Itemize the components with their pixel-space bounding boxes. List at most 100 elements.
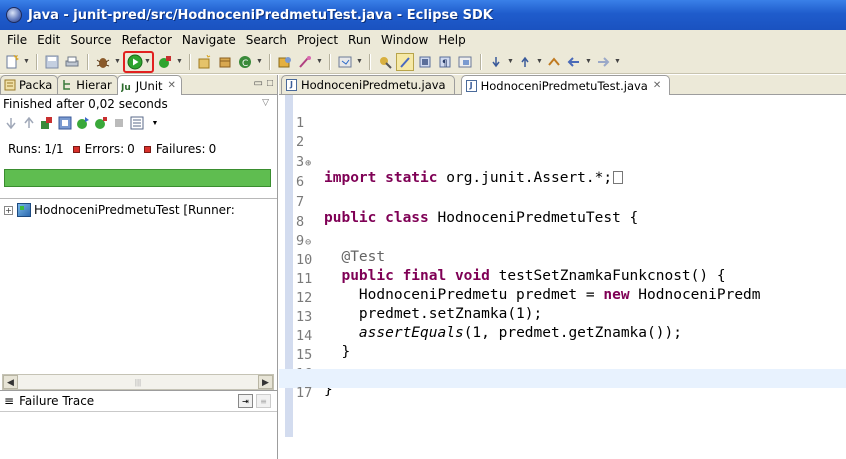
new-java-project-icon[interactable] bbox=[196, 53, 214, 71]
tab-hodnocenipredmetutest[interactable]: J HodnoceniPredmetuTest.java ✕ bbox=[460, 75, 671, 95]
close-icon[interactable]: ✕ bbox=[168, 80, 176, 91]
line-number: 17 bbox=[296, 385, 313, 401]
window-title: Java - junit-pred/src/HodnoceniPredmetuT… bbox=[28, 7, 493, 23]
expand-icon[interactable]: + bbox=[4, 205, 13, 215]
open-perspective-icon[interactable] bbox=[336, 53, 354, 71]
paragraph-icon[interactable]: ¶ bbox=[436, 53, 454, 71]
svg-text:Ju: Ju bbox=[121, 83, 131, 92]
editor-tabs: J HodnoceniPredmetu.java J HodnoceniPred… bbox=[279, 75, 846, 95]
menu-help[interactable]: Help bbox=[433, 33, 470, 47]
code-line: 1 bbox=[279, 99, 846, 131]
next-annotation-dropdown-icon[interactable]: ▼ bbox=[507, 53, 514, 71]
title-bar: Java - junit-pred/src/HodnoceniPredmetuT… bbox=[0, 0, 846, 30]
tab-junit[interactable]: Ju JUnit ✕ bbox=[116, 75, 182, 95]
menu-refactor[interactable]: Refactor bbox=[117, 33, 177, 47]
code-area[interactable]: 1 2 3⊕ import static org.junit.Assert.*;… bbox=[279, 95, 846, 459]
rerun-test-icon[interactable] bbox=[75, 115, 91, 131]
scroll-lock-icon[interactable] bbox=[57, 115, 73, 131]
code-line: 8 bbox=[279, 198, 846, 230]
new-dropdown-icon[interactable]: ▼ bbox=[23, 53, 30, 71]
menu-file[interactable]: File bbox=[2, 33, 32, 47]
new-class-dropdown-icon[interactable]: ▼ bbox=[256, 53, 263, 71]
code-line: 7 public class HodnoceniPredmetuTest { bbox=[279, 178, 846, 226]
code-line: 10 public final void testSetZnamkaFunkcn… bbox=[279, 236, 846, 284]
toggle-mark-icon[interactable] bbox=[376, 53, 394, 71]
menu-source[interactable]: Source bbox=[65, 33, 116, 47]
code-line: 14 } bbox=[279, 312, 846, 360]
show-source-icon[interactable] bbox=[416, 53, 434, 71]
next-failure-icon[interactable] bbox=[3, 115, 19, 131]
stack-trace-icon: ≡ bbox=[4, 394, 15, 408]
new-class-icon[interactable]: C bbox=[236, 53, 254, 71]
debug-icon[interactable] bbox=[94, 53, 112, 71]
run-dropdown-icon[interactable]: ▼ bbox=[144, 53, 151, 71]
rerun-failed-first-icon[interactable] bbox=[93, 115, 109, 131]
compare-result-icon[interactable]: ≡ bbox=[256, 394, 271, 408]
scroll-right-icon[interactable]: ▶ bbox=[257, 375, 273, 389]
junit-status: Finished after 0,02 seconds ▽ bbox=[0, 95, 277, 113]
show-failures-only-icon[interactable] bbox=[39, 115, 55, 131]
svg-text:¶: ¶ bbox=[442, 59, 448, 69]
previous-annotation-icon[interactable] bbox=[516, 53, 534, 71]
test-tree-item[interactable]: + HodnoceniPredmetuTest [Runner: bbox=[0, 199, 277, 221]
java-editor: J HodnoceniPredmetu.java J HodnoceniPred… bbox=[279, 75, 846, 459]
block-selection-icon[interactable] bbox=[456, 53, 474, 71]
java-file-icon: J bbox=[286, 79, 297, 91]
save-icon[interactable] bbox=[43, 53, 61, 71]
forward-dropdown-icon[interactable]: ▼ bbox=[614, 53, 621, 71]
previous-annotation-dropdown-icon[interactable]: ▼ bbox=[536, 53, 543, 71]
back-icon[interactable] bbox=[565, 53, 583, 71]
code-line: 12 predmet.setZnamka(1); bbox=[279, 274, 846, 322]
minimize-icon[interactable]: ▭ bbox=[254, 78, 263, 89]
filter-stack-icon[interactable]: ⇥ bbox=[238, 394, 253, 408]
new-package-icon[interactable] bbox=[216, 53, 234, 71]
test-tree-label: HodnoceniPredmetuTest [Runner: bbox=[34, 203, 235, 217]
maximize-icon[interactable]: □ bbox=[267, 78, 273, 89]
close-icon[interactable]: ✕ bbox=[653, 80, 661, 91]
search-tool-icon[interactable] bbox=[296, 53, 314, 71]
highlight-icon[interactable] bbox=[396, 52, 414, 71]
print-icon[interactable] bbox=[63, 53, 81, 71]
tab-label: JUnit bbox=[135, 78, 163, 93]
forward-icon[interactable] bbox=[594, 53, 612, 71]
code-line: 15 bbox=[279, 331, 846, 363]
menu-run[interactable]: Run bbox=[343, 33, 376, 47]
view-menu-icon[interactable]: ▽ bbox=[262, 98, 269, 108]
menu-search[interactable]: Search bbox=[241, 33, 292, 47]
menu-navigate[interactable]: Navigate bbox=[177, 33, 241, 47]
toolbar-separator bbox=[369, 53, 370, 70]
new-icon[interactable] bbox=[3, 53, 21, 71]
test-run-history-icon[interactable] bbox=[129, 115, 145, 131]
last-edit-location-icon[interactable] bbox=[545, 53, 563, 71]
search-dropdown-icon[interactable]: ▼ bbox=[316, 53, 323, 71]
back-dropdown-icon[interactable]: ▼ bbox=[585, 53, 592, 71]
hierarchy-icon bbox=[61, 79, 73, 91]
left-panel-tabs: Packa Hierar Ju JUnit ✕ ▭ □ bbox=[0, 75, 277, 95]
external-tools-icon[interactable] bbox=[156, 53, 174, 71]
toolbar-separator bbox=[36, 53, 37, 70]
previous-failure-icon[interactable] bbox=[21, 115, 37, 131]
failures-value: 0 bbox=[208, 142, 217, 156]
errors-label: Errors: bbox=[84, 142, 125, 156]
toolbar-separator bbox=[87, 53, 88, 70]
scroll-grip[interactable]: ||| bbox=[135, 378, 141, 387]
tab-hodnocenipredmetu[interactable]: J HodnoceniPredmetu.java bbox=[281, 75, 455, 94]
horizontal-scrollbar[interactable]: ◀ ||| ▶ bbox=[2, 374, 274, 390]
menu-edit[interactable]: Edit bbox=[32, 33, 65, 47]
open-type-icon[interactable] bbox=[276, 53, 294, 71]
debug-dropdown-icon[interactable]: ▼ bbox=[114, 53, 121, 71]
run-icon[interactable] bbox=[126, 53, 144, 71]
menu-window[interactable]: Window bbox=[376, 33, 433, 47]
history-dropdown-icon[interactable]: ▼ bbox=[147, 115, 163, 131]
toolbar-separator bbox=[329, 53, 330, 70]
toolbar-separator bbox=[189, 53, 190, 70]
external-tools-dropdown-icon[interactable]: ▼ bbox=[176, 53, 183, 71]
next-annotation-icon[interactable] bbox=[487, 53, 505, 71]
junit-view: Packa Hierar Ju JUnit ✕ ▭ □ Finished aft… bbox=[0, 75, 278, 459]
scroll-left-icon[interactable]: ◀ bbox=[3, 375, 18, 389]
perspective-dropdown-icon[interactable]: ▼ bbox=[356, 53, 363, 71]
tab-hierarchy[interactable]: Hierar bbox=[57, 75, 118, 94]
tab-package-explorer[interactable]: Packa bbox=[0, 75, 59, 94]
stop-icon[interactable] bbox=[111, 115, 127, 131]
menu-project[interactable]: Project bbox=[292, 33, 343, 47]
